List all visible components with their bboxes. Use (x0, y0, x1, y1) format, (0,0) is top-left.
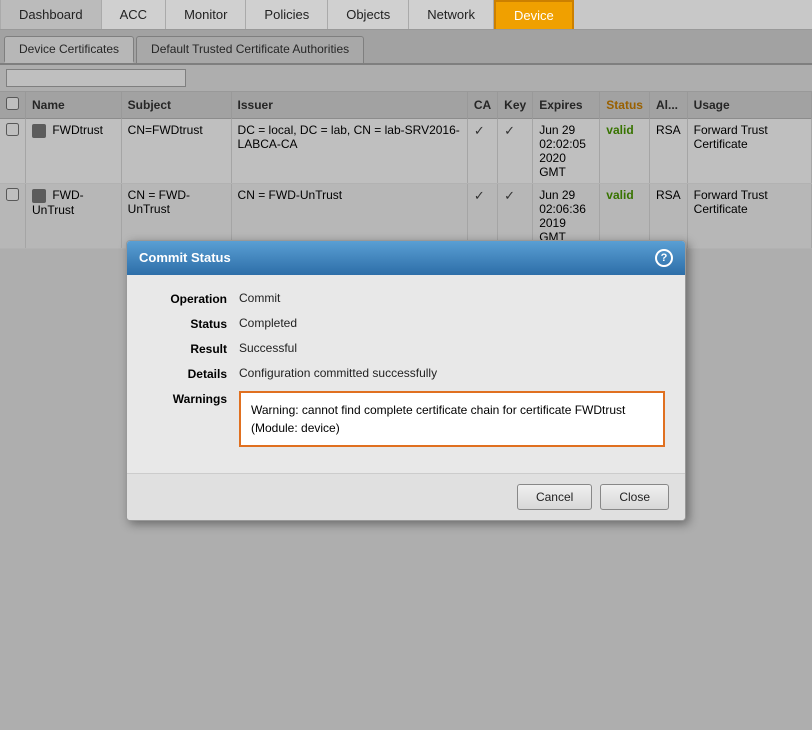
modal-header-right: ? (655, 249, 673, 267)
nav-tab-monitor[interactable]: Monitor (166, 0, 246, 29)
help-icon[interactable]: ? (655, 249, 673, 267)
modal-overlay: Commit Status ? Operation Commit Status … (0, 30, 812, 730)
value-status: Completed (239, 316, 297, 330)
label-result: Result (147, 341, 227, 356)
label-details: Details (147, 366, 227, 381)
nav-tab-policies[interactable]: Policies (246, 0, 328, 29)
modal-row-details: Details Configuration committed successf… (147, 366, 665, 381)
modal-header: Commit Status ? (127, 241, 685, 275)
nav-tab-network[interactable]: Network (409, 0, 494, 29)
warnings-text: Warning: cannot find complete certificat… (251, 403, 625, 435)
warnings-box: Warning: cannot find complete certificat… (239, 391, 665, 447)
top-nav: Dashboard ACC Monitor Policies Objects N… (0, 0, 812, 30)
modal-row-warnings: Warnings Warning: cannot find complete c… (147, 391, 665, 447)
modal-body: Operation Commit Status Completed Result… (127, 275, 685, 473)
value-details: Configuration committed successfully (239, 366, 437, 380)
commit-status-modal: Commit Status ? Operation Commit Status … (126, 240, 686, 521)
nav-tab-device[interactable]: Device (494, 0, 574, 29)
modal-row-result: Result Successful (147, 341, 665, 356)
nav-tab-acc[interactable]: ACC (102, 0, 166, 29)
content-area: Device Certificates Default Trusted Cert… (0, 30, 812, 730)
modal-row-status: Status Completed (147, 316, 665, 331)
close-button[interactable]: Close (600, 484, 669, 510)
label-status: Status (147, 316, 227, 331)
nav-tab-dashboard[interactable]: Dashboard (0, 0, 102, 29)
modal-title: Commit Status (139, 250, 231, 265)
modal-footer: Cancel Close (127, 473, 685, 520)
label-warnings: Warnings (147, 391, 227, 406)
label-operation: Operation (147, 291, 227, 306)
value-result: Successful (239, 341, 297, 355)
value-operation: Commit (239, 291, 280, 305)
cancel-button[interactable]: Cancel (517, 484, 592, 510)
nav-tab-objects[interactable]: Objects (328, 0, 409, 29)
modal-row-operation: Operation Commit (147, 291, 665, 306)
